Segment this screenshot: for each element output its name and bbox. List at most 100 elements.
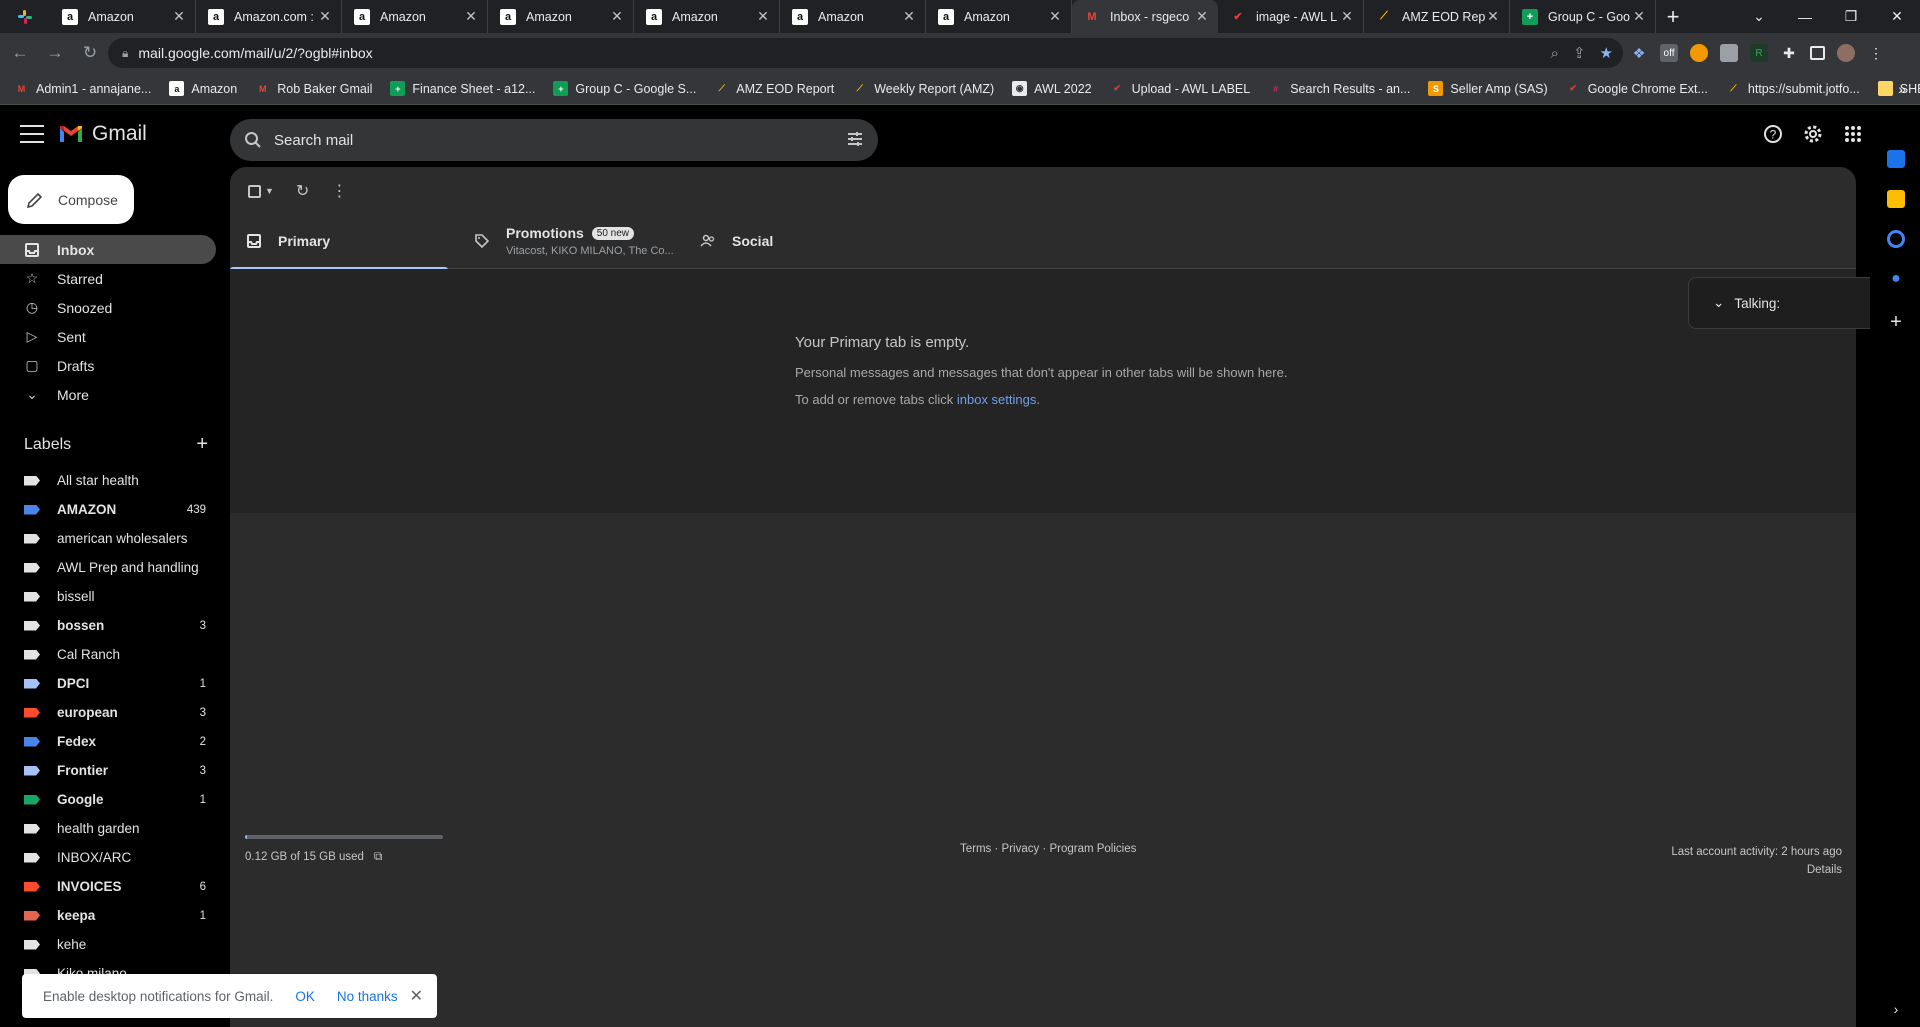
address-bar[interactable]: 🔒︎ mail.google.com/mail/u/2/?ogbl#inbox … bbox=[108, 38, 1623, 68]
close-tab-icon[interactable]: ✕ bbox=[463, 8, 479, 25]
close-icon[interactable]: ✕ bbox=[410, 986, 423, 1006]
collapse-panel-icon[interactable]: › bbox=[1887, 1000, 1905, 1018]
back-button[interactable]: ← bbox=[5, 38, 35, 68]
close-tab-icon[interactable]: ✕ bbox=[171, 8, 187, 25]
contacts-icon[interactable]: ● bbox=[1887, 270, 1905, 288]
bookmarks-overflow-icon[interactable]: » bbox=[1898, 81, 1906, 97]
bookmark-item[interactable]: ◉ AWL 2022 bbox=[1012, 81, 1092, 96]
open-external-icon[interactable]: ⧉ bbox=[374, 849, 383, 864]
close-tab-icon[interactable]: ✕ bbox=[755, 8, 771, 25]
forward-button[interactable]: → bbox=[40, 38, 70, 68]
browser-tab[interactable]: ⟋ AMZ EOD Rep ✕ bbox=[1364, 0, 1510, 33]
help-icon[interactable]: ? bbox=[1760, 121, 1786, 147]
tab-social[interactable]: Social bbox=[700, 213, 773, 269]
minimize-button[interactable]: — bbox=[1782, 0, 1828, 33]
side-panel-icon[interactable] bbox=[1810, 46, 1825, 60]
apps-grid-icon[interactable] bbox=[1840, 121, 1866, 147]
new-tab-button[interactable]: + bbox=[1656, 0, 1690, 33]
bookmark-item[interactable]: a Amazon bbox=[169, 81, 237, 96]
bookmark-item[interactable]: S Seller Amp (SAS) bbox=[1428, 81, 1548, 96]
label-item[interactable]: health garden bbox=[0, 814, 220, 843]
label-item[interactable]: AWL Prep and handling bbox=[0, 553, 220, 582]
bookmark-item[interactable]: ✔ Google Chrome Ext... bbox=[1566, 81, 1707, 96]
label-item[interactable]: Frontier 3 bbox=[0, 756, 220, 785]
profile-avatar-icon[interactable] bbox=[1837, 44, 1855, 62]
extension-r-icon[interactable]: R bbox=[1750, 44, 1768, 62]
browser-tab[interactable]: a Amazon ✕ bbox=[780, 0, 926, 33]
main-menu-icon[interactable] bbox=[20, 125, 44, 143]
extension-diamond-icon[interactable]: ❖ bbox=[1630, 44, 1648, 62]
add-label-icon[interactable]: + bbox=[196, 434, 208, 454]
label-item[interactable]: Fedex 2 bbox=[0, 727, 220, 756]
browser-tab[interactable]: ✔ image - AWL L ✕ bbox=[1218, 0, 1364, 33]
bookmark-item[interactable]: M Rob Baker Gmail bbox=[255, 81, 372, 96]
extension-orange-icon[interactable] bbox=[1690, 44, 1708, 62]
label-item[interactable]: AMAZON 439 bbox=[0, 495, 220, 524]
extension-image-icon[interactable] bbox=[1720, 44, 1738, 62]
close-tab-icon[interactable]: ✕ bbox=[1339, 8, 1355, 25]
tasks-icon[interactable] bbox=[1887, 230, 1905, 248]
nav-item-starred[interactable]: ☆ Starred bbox=[0, 264, 216, 293]
bookmark-item[interactable]: ⟋ https://submit.jotfo... bbox=[1726, 81, 1860, 96]
label-item[interactable]: bissell bbox=[0, 582, 220, 611]
close-tab-icon[interactable]: ✕ bbox=[609, 8, 625, 25]
more-options-icon[interactable]: ⋮ bbox=[331, 181, 347, 201]
label-item[interactable]: bossen 3 bbox=[0, 611, 220, 640]
extension-off-icon[interactable]: off bbox=[1660, 44, 1678, 62]
close-tab-icon[interactable]: ✕ bbox=[1485, 8, 1501, 25]
label-item[interactable]: european 3 bbox=[0, 698, 220, 727]
restore-button[interactable]: ❐ bbox=[1828, 0, 1874, 33]
calendar-icon[interactable] bbox=[1887, 150, 1905, 168]
gmail-logo[interactable]: Gmail bbox=[58, 122, 147, 146]
close-tab-icon[interactable]: ✕ bbox=[1631, 8, 1647, 25]
share-icon[interactable]: ⇪ bbox=[1573, 44, 1586, 62]
label-item[interactable]: Google 1 bbox=[0, 785, 220, 814]
nav-item-snoozed[interactable]: ◷ Snoozed bbox=[0, 293, 216, 322]
bookmark-item[interactable]: M Admin1 - annajane... bbox=[14, 81, 152, 96]
extensions-puzzle-icon[interactable]: ✚ bbox=[1780, 44, 1798, 62]
tab-primary[interactable]: Primary bbox=[230, 213, 448, 270]
browser-tab[interactable]: a Amazon ✕ bbox=[926, 0, 1072, 33]
policy-links[interactable]: Terms · Privacy · Program Policies bbox=[960, 843, 1136, 855]
slack-app-icon[interactable] bbox=[0, 0, 50, 33]
browser-tab[interactable]: M Inbox - rsgeco ✕ bbox=[1072, 0, 1218, 33]
close-tab-icon[interactable]: ✕ bbox=[901, 8, 917, 25]
search-options-icon[interactable] bbox=[846, 130, 864, 148]
browser-tab[interactable]: a Amazon ✕ bbox=[50, 0, 196, 33]
add-addon-icon[interactable]: + bbox=[1887, 311, 1905, 333]
nav-item-inbox[interactable]: Inbox bbox=[0, 235, 216, 264]
bookmark-item[interactable]: ⟋ Weekly Report (AMZ) bbox=[852, 81, 995, 96]
bookmark-item[interactable]: ⟋ AMZ EOD Report bbox=[714, 81, 835, 96]
label-item[interactable]: american wholesalers bbox=[0, 524, 220, 553]
refresh-icon[interactable]: ↻ bbox=[296, 181, 309, 201]
label-item[interactable]: All star health bbox=[0, 466, 220, 495]
inbox-settings-link[interactable]: inbox settings bbox=[957, 392, 1037, 407]
close-tab-icon[interactable]: ✕ bbox=[1194, 8, 1210, 25]
label-item[interactable]: INBOX/ARC bbox=[0, 843, 220, 872]
compose-button[interactable]: Compose bbox=[8, 175, 134, 224]
talking-panel[interactable]: ⌄ Talking: bbox=[1688, 277, 1888, 329]
label-item[interactable]: keepa 1 bbox=[0, 901, 220, 930]
nav-item-more[interactable]: ⌄ More bbox=[0, 380, 216, 409]
label-item[interactable]: kehe bbox=[0, 930, 220, 959]
close-tab-icon[interactable]: ✕ bbox=[317, 8, 333, 25]
zoom-icon[interactable]: ⌕ bbox=[1551, 45, 1559, 62]
bookmark-item[interactable]: # Search Results - an... bbox=[1268, 81, 1410, 96]
reload-button[interactable]: ↻ bbox=[75, 38, 105, 68]
chevron-down-icon[interactable]: ⌄ bbox=[1713, 295, 1724, 311]
keep-icon[interactable] bbox=[1887, 190, 1905, 208]
select-all-checkbox[interactable]: ▼ bbox=[248, 184, 274, 198]
tab-promotions[interactable]: Promotions 50 new Vitacost, KIKO MILANO, … bbox=[474, 213, 674, 269]
search-bar[interactable]: Search mail bbox=[230, 119, 878, 161]
chrome-menu-icon[interactable]: ⋮ bbox=[1867, 44, 1885, 62]
nav-item-drafts[interactable]: ▢ Drafts bbox=[0, 351, 216, 380]
bookmark-item[interactable]: ✔ Upload - AWL LABEL bbox=[1110, 81, 1250, 96]
bookmark-star-icon[interactable]: ★ bbox=[1600, 44, 1613, 62]
label-item[interactable]: DPCI 1 bbox=[0, 669, 220, 698]
close-tab-icon[interactable]: ✕ bbox=[1047, 8, 1063, 25]
bookmark-item[interactable]: + Finance Sheet - a12... bbox=[390, 81, 535, 96]
browser-tab[interactable]: a Amazon.com : ✕ bbox=[196, 0, 342, 33]
tab-search-icon[interactable]: ⌄ bbox=[1736, 0, 1782, 33]
close-window-button[interactable]: ✕ bbox=[1874, 0, 1920, 33]
browser-tab[interactable]: a Amazon ✕ bbox=[488, 0, 634, 33]
